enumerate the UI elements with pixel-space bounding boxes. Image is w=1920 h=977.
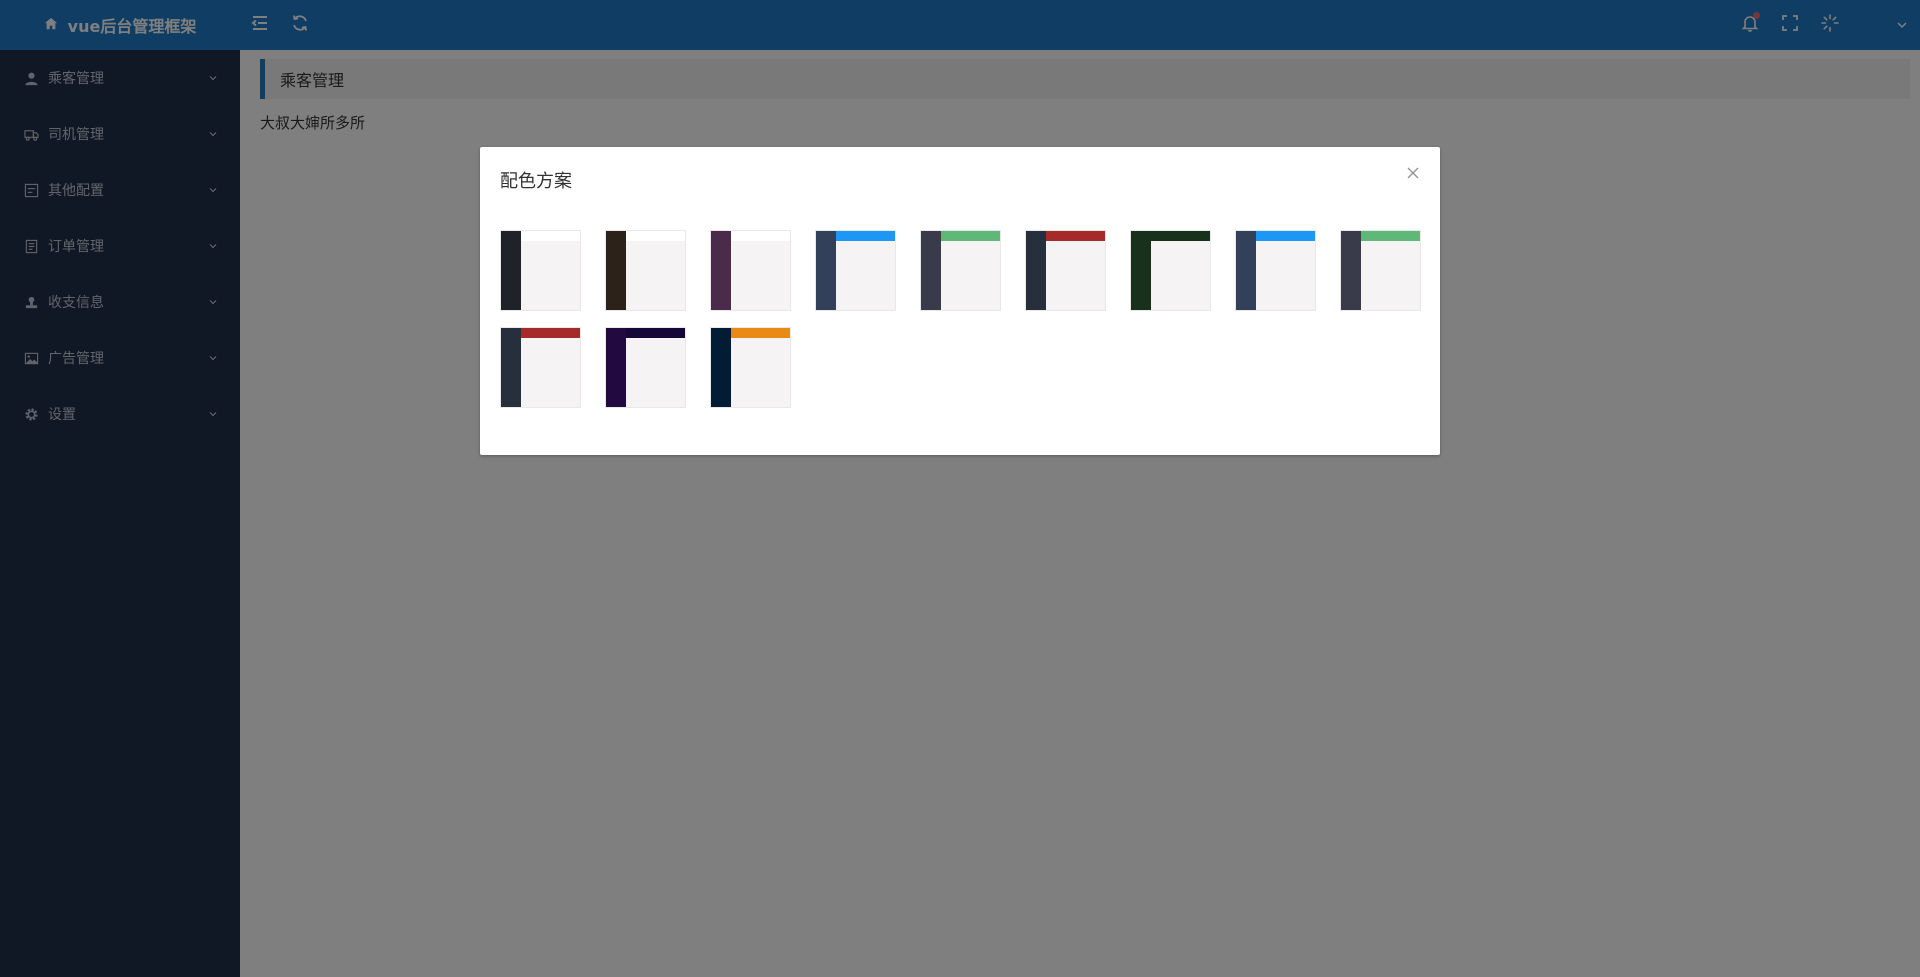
- dialog-title: 配色方案: [500, 171, 572, 192]
- color-scheme-option[interactable]: [1025, 230, 1106, 311]
- color-scheme-option[interactable]: [500, 327, 581, 408]
- scheme-sidebar-color: [606, 231, 626, 310]
- close-icon: [1406, 165, 1420, 184]
- color-scheme-option[interactable]: [1130, 230, 1211, 311]
- scheme-sidebar-color: [1026, 231, 1046, 310]
- scheme-sidebar-color: [1131, 231, 1151, 310]
- scheme-sidebar-color: [501, 328, 521, 407]
- color-scheme-option[interactable]: [920, 230, 1001, 311]
- color-scheme-option[interactable]: [1235, 230, 1316, 311]
- color-scheme-option[interactable]: [605, 230, 686, 311]
- close-button[interactable]: [1406, 165, 1422, 181]
- color-scheme-list: [500, 230, 1440, 408]
- scheme-sidebar-color: [1236, 231, 1256, 310]
- color-scheme-dialog: 配色方案: [480, 147, 1440, 455]
- color-scheme-option[interactable]: [710, 327, 791, 408]
- color-scheme-option[interactable]: [815, 230, 896, 311]
- scheme-sidebar-color: [1341, 231, 1361, 310]
- color-scheme-option[interactable]: [605, 327, 686, 408]
- scheme-sidebar-color: [816, 231, 836, 310]
- scheme-sidebar-color: [711, 231, 731, 310]
- color-scheme-option[interactable]: [500, 230, 581, 311]
- color-scheme-option[interactable]: [1340, 230, 1421, 311]
- scheme-sidebar-color: [921, 231, 941, 310]
- color-scheme-option[interactable]: [710, 230, 791, 311]
- scheme-sidebar-color: [501, 231, 521, 310]
- scheme-sidebar-color: [606, 328, 626, 407]
- scheme-sidebar-color: [711, 328, 731, 407]
